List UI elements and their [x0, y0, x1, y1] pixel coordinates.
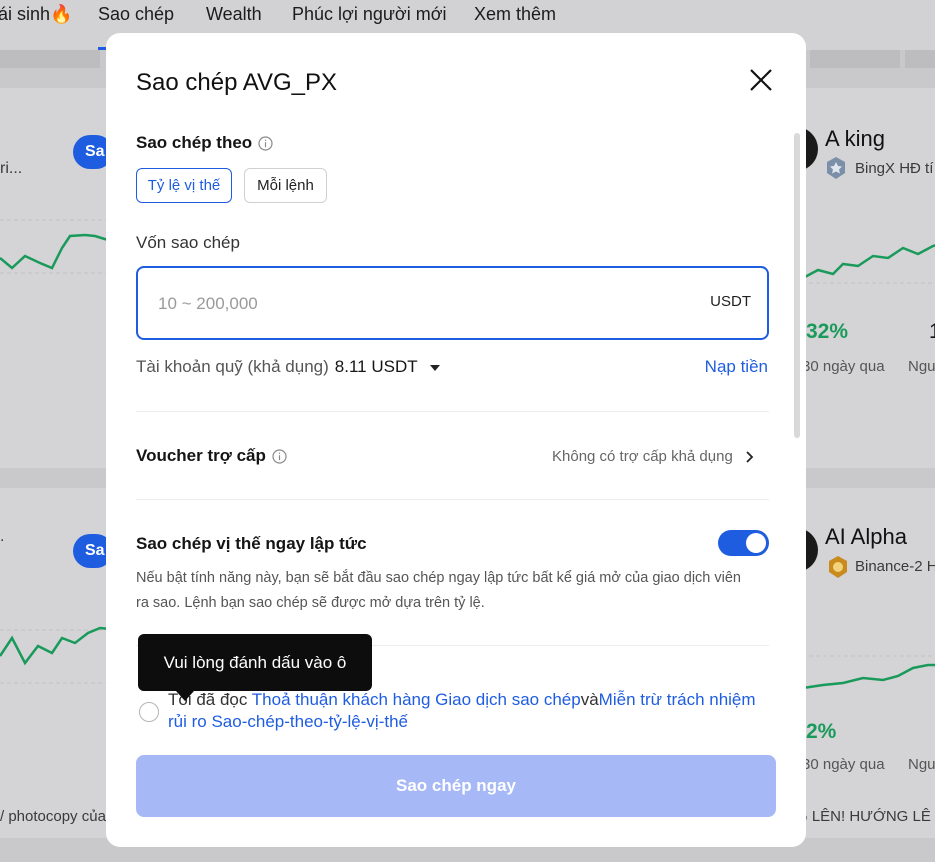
- close-icon[interactable]: [746, 65, 776, 95]
- trader-stat-label: Ngu: [908, 756, 935, 773]
- roi-period: 30 ngày qua: [802, 756, 885, 773]
- trader-name-truncated: .: [0, 528, 5, 545]
- funding-balance-value: 8.11 USDT: [334, 357, 418, 376]
- capital-label: Vốn sao chép: [136, 233, 240, 252]
- modal-title: Sao chép AVG_PX: [136, 69, 338, 96]
- deposit-link[interactable]: Nạp tiền: [705, 357, 768, 377]
- agreement-checkbox[interactable]: [139, 702, 159, 722]
- chevron-right-icon: [746, 451, 754, 463]
- trader-chart: [788, 655, 935, 690]
- capital-field[interactable]: USDT: [136, 266, 769, 340]
- trader-card[interactable]: AI Alpha Binance-2 H 2% 30 ngày qua Ngu: [788, 488, 935, 838]
- trader-exchange: Binance-2 H: [855, 558, 935, 575]
- tooltip-arrow: [176, 691, 194, 701]
- trader-name-truncated: ri...: [0, 160, 23, 177]
- badge-icon: [827, 157, 845, 179]
- nav-item-rebirth[interactable]: ái sinh🔥: [0, 4, 72, 25]
- info-icon[interactable]: [258, 136, 273, 151]
- capital-unit: USDT: [710, 293, 751, 310]
- nav-item-copy-trading[interactable]: Sao chép: [98, 4, 174, 25]
- customer-agreement-link[interactable]: Thoả thuận khách hàng Giao dịch sao chép: [252, 690, 581, 709]
- voucher-label-text: Voucher trợ cấp: [136, 446, 266, 465]
- tab-per-order[interactable]: Mỗi lệnh: [244, 168, 327, 203]
- voucher-selector[interactable]: Không có trợ cấp khả dụng: [552, 448, 754, 465]
- info-icon[interactable]: [272, 449, 287, 464]
- copy-mode-label-text: Sao chép theo: [136, 133, 253, 152]
- trader-card[interactable]: A king BingX HĐ tí 32% 1 30 ngày qua Ngu: [788, 88, 935, 468]
- nav-item-new-user-benefits[interactable]: Phúc lợi người mới: [292, 4, 447, 25]
- voucher-value: Không có trợ cấp khả dụng: [552, 448, 733, 465]
- nav-item-wealth[interactable]: Wealth: [206, 4, 262, 25]
- agreement-text: Tôi đã đọc Thoả thuận khách hàng Giao dị…: [168, 689, 758, 733]
- roi-period: 30 ngày qua: [802, 358, 885, 375]
- trader-chart: [0, 626, 115, 684]
- badge-icon: [829, 556, 847, 578]
- instant-copy-toggle[interactable]: [718, 530, 769, 556]
- funding-balance-row: Tài khoản quỹ (khả dụng) 8.11 USDT: [136, 357, 440, 377]
- copy-mode-label: Sao chép theo: [136, 133, 273, 153]
- trader-chart: [0, 219, 115, 274]
- scrollbar[interactable]: [794, 133, 800, 438]
- capital-input[interactable]: [156, 268, 680, 340]
- checkbox-tooltip: Vui lòng đánh dấu vào ô: [138, 634, 372, 691]
- trader-chart: [788, 244, 935, 284]
- trader-name: AI Alpha: [825, 524, 907, 549]
- trader-card-footer: / photocopy của: [0, 808, 106, 825]
- divider: [136, 411, 769, 412]
- roi-percent: 32%: [806, 320, 849, 343]
- instant-copy-label: Sao chép vị thế ngay lập tức: [136, 534, 367, 553]
- agreement-joiner: và: [580, 690, 599, 709]
- copy-trade-modal: Sao chép AVG_PX Sao chép theo Tỷ lệ vị t…: [106, 33, 806, 847]
- caret-down-icon[interactable]: [429, 364, 440, 371]
- trader-card[interactable]: . Sa: [0, 488, 115, 838]
- trader-exchange: BingX HĐ tí: [855, 160, 934, 177]
- toggle-knob: [746, 533, 766, 553]
- trader-stat-digit: 1: [929, 320, 935, 343]
- bg-strip: [905, 50, 935, 68]
- bg-strip: [810, 50, 900, 68]
- divider: [136, 499, 769, 500]
- nav-item-more[interactable]: Xem thêm: [474, 4, 556, 25]
- trader-name: A king: [825, 126, 885, 151]
- copy-now-button[interactable]: Sao chép ngay: [136, 755, 776, 817]
- roi-percent: 2%: [806, 720, 837, 743]
- trader-card-footer: G LÊN! HƯỚNG LÊ: [796, 808, 931, 825]
- instant-copy-description: Nếu bật tính năng này, bạn sẽ bắt đầu sa…: [136, 570, 741, 611]
- voucher-label: Voucher trợ cấp: [136, 446, 287, 466]
- tab-position-ratio[interactable]: Tỷ lệ vị thế: [136, 168, 232, 203]
- bg-strip: [0, 50, 100, 68]
- trader-stat-label: Ngu: [908, 358, 935, 375]
- trader-card[interactable]: ri... Sa: [0, 88, 115, 468]
- funding-balance-label: Tài khoản quỹ (khả dụng): [136, 357, 329, 376]
